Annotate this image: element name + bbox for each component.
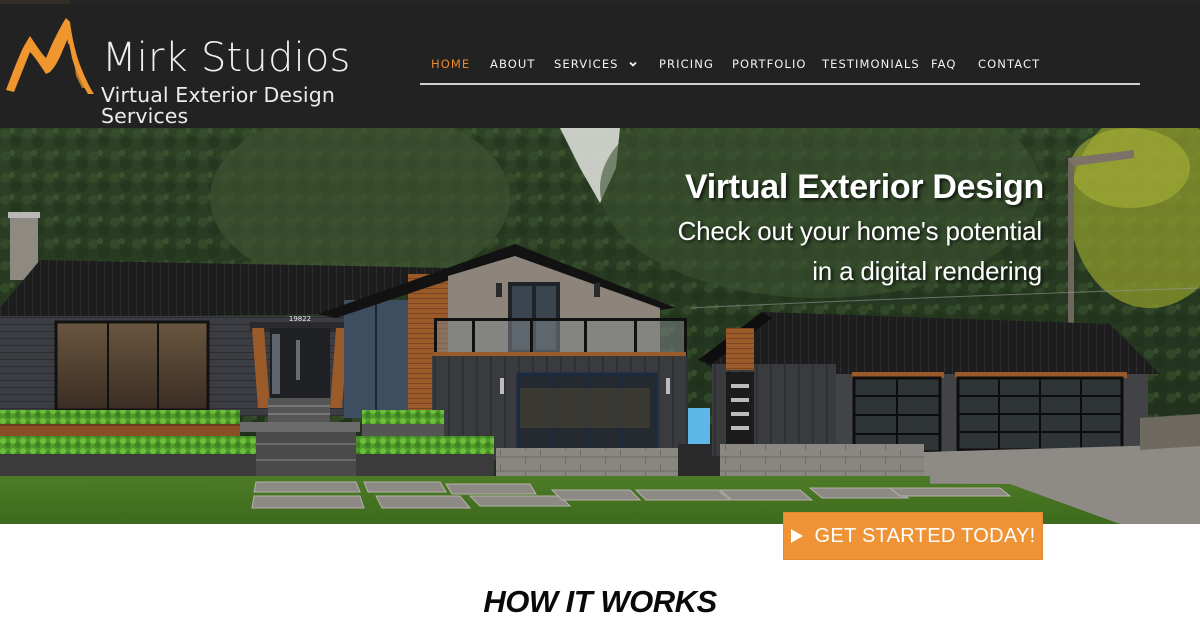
nav-pricing-label: PRICING — [659, 57, 714, 71]
hero-subtitle-line-1: Check out your home's potential — [677, 216, 1043, 246]
nav-about[interactable]: ABOUT — [490, 57, 536, 71]
nav-testimonials-label: TESTIMONIALS — [822, 57, 920, 71]
brand-tagline: Virtual Exterior Design Services — [101, 83, 335, 128]
top-strip — [0, 0, 1200, 4]
house-number: 19822 — [289, 315, 311, 323]
brushstroke-m-logo-icon — [6, 18, 94, 94]
nav-about-label: ABOUT — [490, 57, 536, 71]
hero-subtitle-line-2: in a digital rendering — [812, 256, 1042, 286]
hero-title: Virtual Exterior Design — [684, 168, 1044, 206]
nav-home[interactable]: HOME — [431, 57, 470, 71]
chevron-down-icon — [628, 61, 637, 67]
nav-underline — [420, 83, 1140, 85]
site-header: Mirk Studios Virtual Exterior Design Ser… — [0, 0, 1200, 128]
play-triangle-icon — [791, 529, 804, 543]
hero-banner: 19822 Virtual Exterior Design Check out … — [0, 128, 1200, 524]
nav-pricing[interactable]: PRICING — [659, 57, 714, 71]
nav-portfolio-label: PORTFOLIO — [732, 57, 807, 71]
nav-contact-label: CONTACT — [978, 57, 1041, 71]
nav-services[interactable]: SERVICES — [554, 57, 637, 71]
garage-door-single — [852, 376, 942, 454]
how-it-works-heading: HOW IT WORKS — [483, 584, 717, 619]
get-started-label: GET STARTED TODAY! — [814, 524, 1036, 547]
nav-contact[interactable]: CONTACT — [978, 57, 1040, 71]
get-started-button[interactable]: GET STARTED TODAY! — [783, 512, 1043, 560]
nav-portfolio[interactable]: PORTFOLIO — [732, 57, 807, 71]
garage-door-double — [956, 376, 1124, 452]
nav-testimonials[interactable]: TESTIMONIALS — [822, 57, 920, 71]
nav-faq-label: FAQ — [931, 57, 957, 71]
nav-faq[interactable]: FAQ — [931, 57, 957, 71]
logo-link[interactable]: Mirk Studios Virtual Exterior Design Ser… — [0, 10, 420, 126]
nav-services-label: SERVICES — [554, 57, 619, 71]
main-nav: HOME ABOUT SERVICES PRICING PORTFOLIO TE… — [420, 52, 1140, 76]
brand-name: Mirk Studios — [102, 35, 351, 81]
nav-home-label: HOME — [431, 57, 471, 71]
